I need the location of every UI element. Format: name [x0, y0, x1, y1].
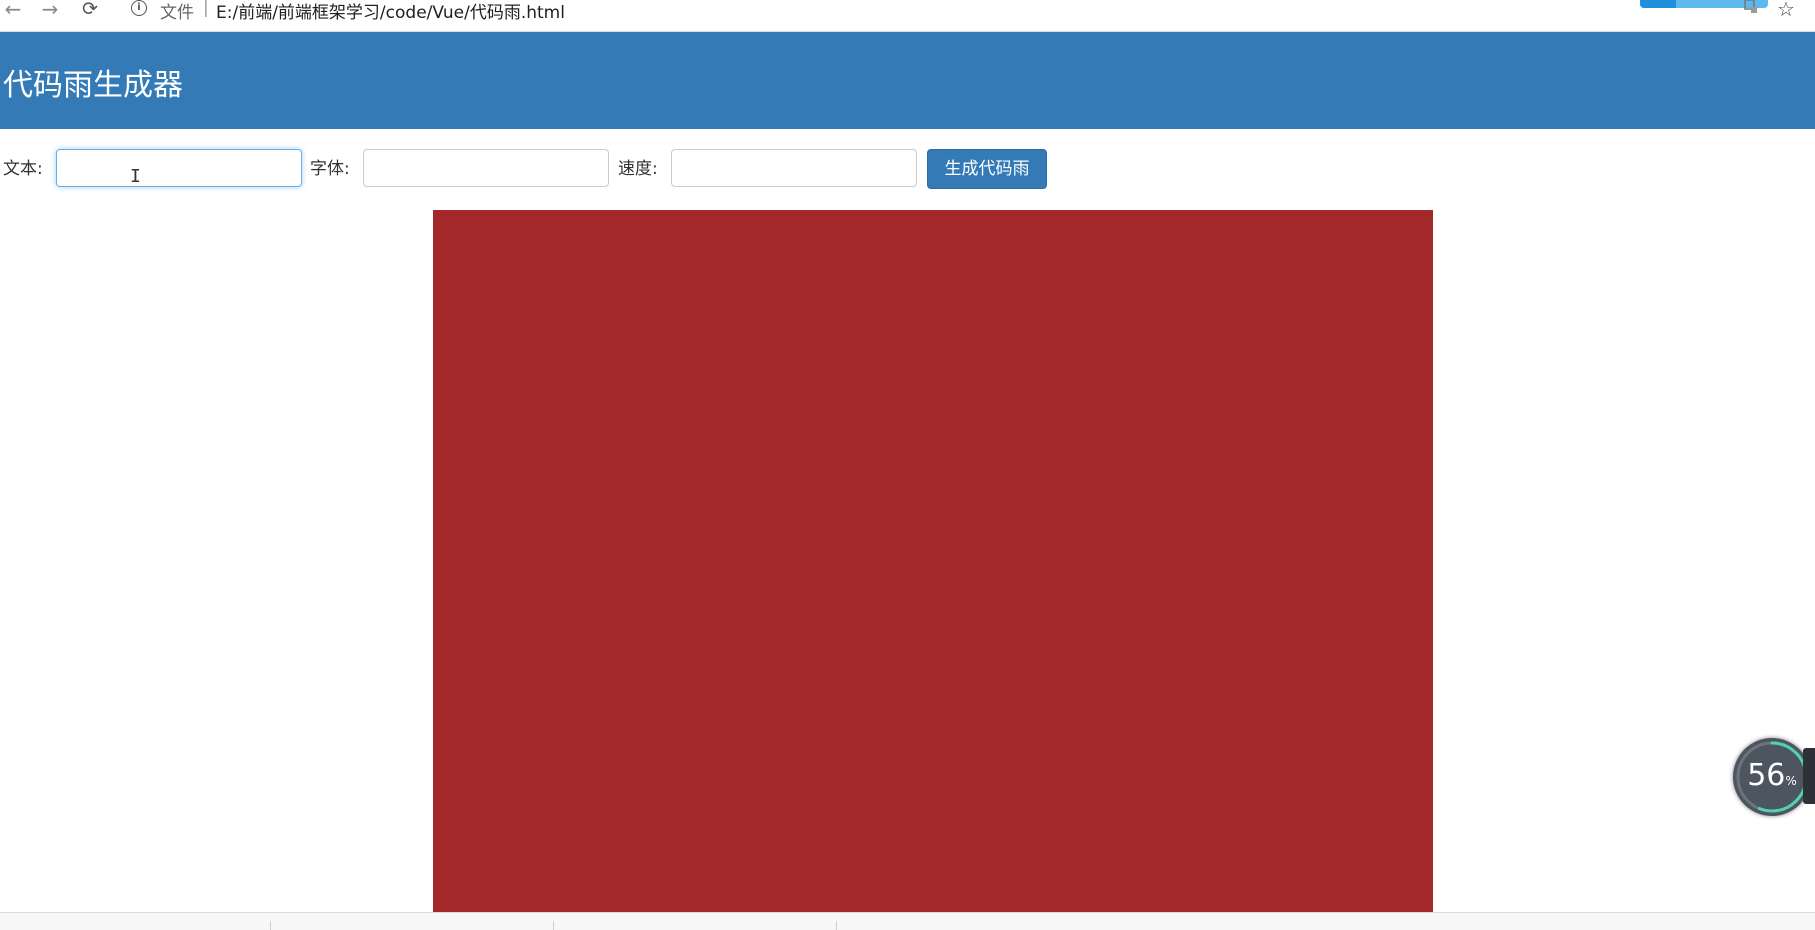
text-cursor-icon: I — [130, 166, 141, 187]
progress-value: 56% — [1733, 758, 1811, 799]
text-input[interactable] — [56, 149, 302, 187]
generate-code-rain-button[interactable]: 生成代码雨 — [927, 149, 1047, 189]
page-header: 代码雨生成器 — [0, 32, 1815, 129]
extension-icon[interactable] — [1742, 0, 1760, 16]
address-bar-url[interactable]: E:/前端/前端框架学习/code/Vue/代码雨.html — [216, 0, 565, 23]
bookmark-star-icon[interactable]: ☆ — [1777, 0, 1795, 21]
reload-icon[interactable]: ⟳ — [77, 0, 103, 20]
font-field-label: 字体: — [310, 159, 350, 179]
progress-unit: % — [1785, 774, 1797, 788]
status-divider — [270, 921, 271, 930]
url-separator: | — [203, 0, 209, 18]
status-divider — [836, 921, 837, 930]
generator-form: 文本: 字体: 速度: 生成代码雨 — [0, 148, 1100, 192]
browser-toolbar: ← → ⟳ i 文件 | E:/前端/前端框架学习/code/Vue/代码雨.h… — [0, 0, 1815, 32]
status-bar — [0, 912, 1815, 930]
info-icon[interactable]: i — [131, 0, 147, 16]
extension-badge-icon — [1640, 0, 1676, 8]
forward-arrow-icon[interactable]: → — [37, 0, 63, 20]
text-field-label: 文本: — [3, 159, 43, 179]
progress-widget[interactable]: 56% — [1733, 738, 1811, 816]
status-divider — [553, 921, 554, 930]
speed-field-label: 速度: — [618, 159, 658, 179]
font-input[interactable] — [363, 149, 609, 187]
url-scheme-label[interactable]: 文件 — [160, 0, 194, 23]
back-arrow-icon[interactable]: ← — [0, 0, 26, 20]
progress-number: 56 — [1747, 758, 1786, 793]
code-rain-canvas[interactable] — [433, 210, 1433, 912]
page-title: 代码雨生成器 — [3, 68, 183, 103]
speed-input[interactable] — [671, 149, 917, 187]
side-tab[interactable] — [1803, 748, 1815, 804]
